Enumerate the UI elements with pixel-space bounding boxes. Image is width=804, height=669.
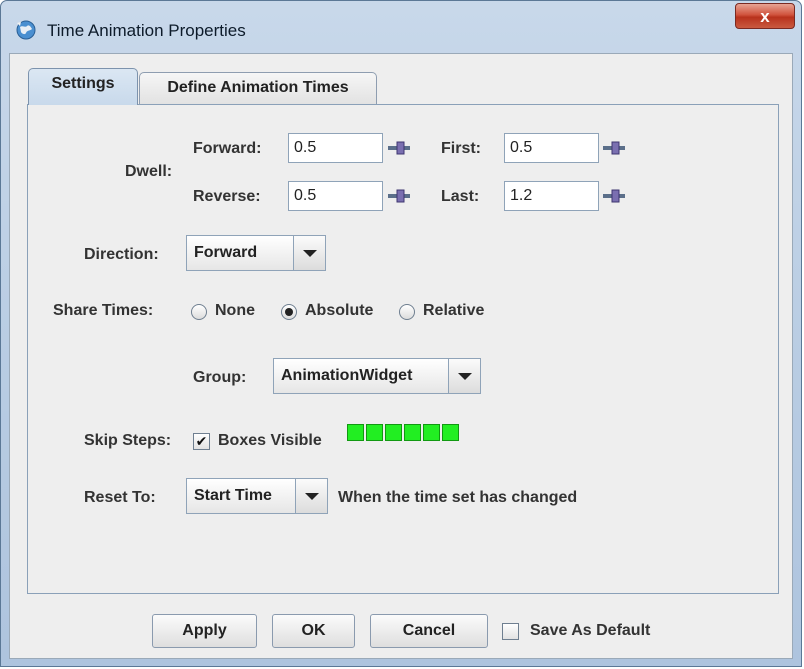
skip-step-box[interactable]	[347, 424, 364, 441]
last-dwell-input[interactable]: 1.2	[504, 181, 599, 211]
reset-note: When the time set has changed	[338, 489, 578, 506]
reverse-label: Reverse:	[193, 188, 261, 205]
window-title: Time Animation Properties	[47, 21, 246, 40]
skip-step-box[interactable]	[423, 424, 440, 441]
direction-label: Direction:	[84, 246, 159, 263]
reverse-dwell-input[interactable]: 0.5	[288, 181, 383, 211]
dialog-content: Settings Define Animation Times Dwell: F…	[9, 53, 793, 659]
first-slider-icon[interactable]	[603, 141, 625, 155]
share-times-label: Share Times:	[53, 302, 154, 319]
direction-value: Forward	[194, 244, 258, 261]
checkmark-icon: ✔	[195, 433, 208, 449]
skip-step-boxes	[347, 424, 477, 441]
skip-step-box[interactable]	[385, 424, 402, 441]
group-label: Group:	[193, 369, 247, 386]
close-button[interactable]: x	[735, 3, 795, 29]
cancel-button[interactable]: Cancel	[370, 614, 488, 648]
save-as-default-label[interactable]: Save As Default	[530, 622, 650, 640]
direction-dropdown[interactable]: Forward	[186, 235, 326, 271]
title-bar[interactable]: Time Animation Properties x	[1, 1, 801, 53]
share-none-radio[interactable]	[191, 304, 207, 320]
skip-step-box[interactable]	[404, 424, 421, 441]
tab-settings-label: Settings	[51, 75, 115, 92]
chevron-down-icon[interactable]	[293, 236, 325, 270]
tab-settings[interactable]: Settings	[28, 68, 138, 105]
first-dwell-input[interactable]: 0.5	[504, 133, 599, 163]
dwell-label: Dwell:	[125, 163, 173, 180]
group-dropdown[interactable]: AnimationWidget	[273, 358, 481, 394]
share-relative-label[interactable]: Relative	[423, 302, 484, 320]
chevron-down-icon[interactable]	[448, 359, 480, 393]
forward-label: Forward:	[193, 140, 262, 157]
skip-step-box[interactable]	[442, 424, 459, 441]
globe-icon	[16, 20, 36, 40]
share-absolute-radio[interactable]	[281, 304, 297, 320]
chevron-down-icon[interactable]	[295, 479, 327, 513]
apply-button[interactable]: Apply	[152, 614, 257, 648]
share-none-label[interactable]: None	[215, 302, 255, 320]
ok-button[interactable]: OK	[272, 614, 355, 648]
reset-to-value: Start Time	[194, 487, 272, 504]
last-label: Last:	[441, 188, 480, 205]
tab-define-animation-times[interactable]: Define Animation Times	[139, 72, 377, 104]
dialog-window: Time Animation Properties x Settings Def…	[0, 0, 802, 667]
group-value: AnimationWidget	[281, 367, 413, 384]
share-relative-radio[interactable]	[399, 304, 415, 320]
reset-to-label: Reset To:	[84, 489, 156, 506]
last-slider-icon[interactable]	[603, 189, 625, 203]
forward-dwell-input[interactable]: 0.5	[288, 133, 383, 163]
boxes-visible-label[interactable]: Boxes Visible	[218, 432, 322, 450]
skip-steps-label: Skip Steps:	[84, 432, 172, 449]
forward-slider-icon[interactable]	[388, 141, 410, 155]
save-as-default-checkbox[interactable]	[502, 623, 519, 640]
share-absolute-label[interactable]: Absolute	[305, 302, 373, 320]
reset-to-dropdown[interactable]: Start Time	[186, 478, 328, 514]
first-label: First:	[441, 140, 481, 157]
boxes-visible-checkbox[interactable]: ✔	[193, 433, 210, 450]
reverse-slider-icon[interactable]	[388, 189, 410, 203]
close-icon: x	[760, 7, 770, 26]
skip-step-box[interactable]	[366, 424, 383, 441]
settings-panel: Dwell: Forward: 0.5 First: 0.5 Reverse: …	[27, 104, 779, 594]
tab-define-animation-times-label: Define Animation Times	[167, 79, 349, 96]
